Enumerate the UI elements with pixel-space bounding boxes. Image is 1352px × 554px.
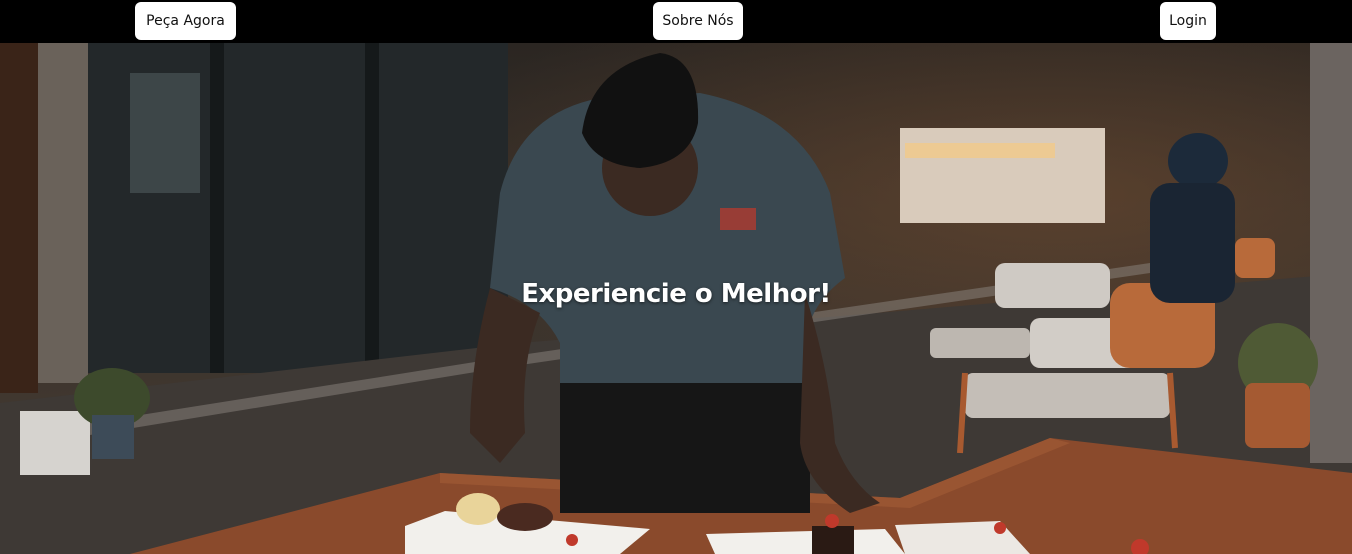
- top-navigation-bar: Peça Agora Sobre Nós Login: [0, 0, 1352, 43]
- about-us-button[interactable]: Sobre Nós: [653, 2, 743, 40]
- hero-banner: Experiencie o Melhor!: [0, 43, 1352, 554]
- hero-title: Experiencie o Melhor!: [521, 279, 831, 309]
- login-button[interactable]: Login: [1160, 2, 1216, 40]
- order-now-button[interactable]: Peça Agora: [135, 2, 236, 40]
